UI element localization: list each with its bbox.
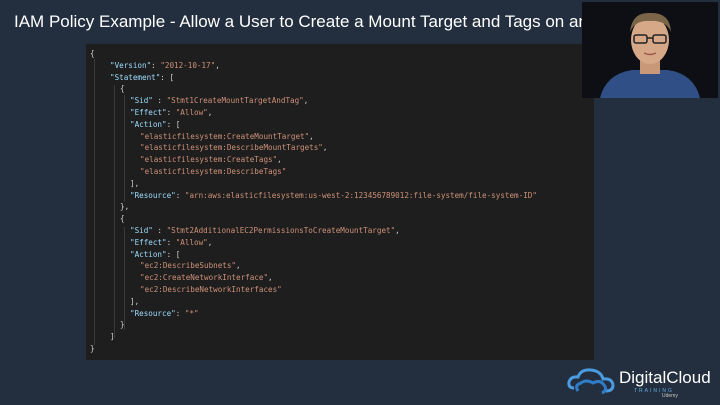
json-key: "Sid" (130, 226, 153, 235)
json-punctuation: , (395, 226, 400, 235)
code-line: "elasticfilesystem:DescribeTags" (140, 166, 286, 178)
indent-guide (124, 227, 125, 330)
code-line: "ec2:CreateNetworkInterface", (140, 272, 273, 284)
json-key: "Resource" (130, 308, 176, 318)
json-punctuation: , (322, 143, 328, 153)
indent-guide (94, 59, 95, 345)
presenter-webcam (582, 2, 718, 98)
code-line: "ec2:DescribeNetworkInterfaces" (140, 284, 282, 296)
udemy-label: Udemy (662, 393, 678, 399)
json-key: "Statement" (110, 72, 161, 82)
json-punctuation: : (175, 308, 185, 318)
json-punctuation: , (215, 60, 220, 70)
json-key: "Action" (130, 249, 167, 259)
json-punctuation: : [ (166, 249, 181, 259)
code-line: "ec2:DescribeSubnets", (140, 260, 241, 272)
json-punctuation: } (90, 344, 95, 353)
json-string: "ec2:DescribeNetworkInterfaces" (140, 285, 282, 294)
json-string: "Allow" (175, 237, 208, 247)
json-string: "ec2:CreateNetworkInterface" (140, 273, 269, 283)
code-line: { (90, 48, 95, 60)
json-string: "elasticfilesystem:DescribeTags" (140, 167, 287, 176)
json-punctuation: { (120, 84, 125, 94)
json-string: "Stmt2AdditionalEC2PermissionsToCreateMo… (166, 226, 396, 235)
json-string: "*" (184, 308, 199, 318)
json-string: "Stmt1CreateMountTargetAndTag" (166, 96, 304, 106)
json-string: "elasticfilesystem:CreateTags" (140, 155, 278, 165)
json-punctuation: : [ (166, 119, 181, 129)
code-line: } (90, 343, 95, 355)
json-punctuation: : (166, 237, 176, 247)
code-line: "Action": [ (130, 249, 180, 261)
json-key: "Sid" (130, 96, 153, 106)
json-string: "elasticfilesystem:DescribeMountTargets" (140, 143, 323, 153)
json-string: "2012-10-17" (160, 60, 216, 70)
digitalcloud-logo: DigitalCloud TRAINING Udemy (566, 364, 716, 402)
json-punctuation: ], (130, 178, 140, 188)
code-line: "Statement": [ (110, 72, 174, 84)
code-line: }, (120, 201, 129, 213)
json-string: "elasticfilesystem:CreateMountTarget" (140, 131, 310, 141)
presenter-image (582, 2, 718, 98)
code-line: ], (130, 178, 139, 190)
json-string: "arn:aws:elasticfilesystem:us-west-2:123… (184, 190, 537, 200)
json-punctuation: }, (120, 202, 130, 212)
json-punctuation: : (166, 108, 176, 117)
code-line: "Sid" : "Stmt1CreateMountTargetAndTag", (130, 95, 308, 107)
code-line: "elasticfilesystem:CreateMountTarget", (140, 131, 314, 143)
json-string: "Allow" (175, 108, 208, 117)
json-punctuation: ] (110, 332, 115, 342)
json-punctuation: ], (130, 296, 140, 306)
json-key: "Effect" (130, 237, 167, 247)
code-line: "Resource": "*" (130, 308, 199, 320)
json-punctuation: , (207, 108, 213, 117)
json-punctuation: } (120, 320, 125, 330)
code-line: { (120, 213, 125, 225)
code-line: "Version": "2012-10-17", (110, 60, 220, 72)
json-punctuation: , (236, 261, 241, 271)
code-line: "Resource": "arn:aws:elasticfilesystem:u… (130, 190, 537, 202)
json-punctuation: : (175, 190, 185, 200)
code-line: "elasticfilesystem:DescribeMountTargets"… (140, 142, 327, 154)
json-punctuation: : (152, 226, 167, 235)
cloud-logo-icon (567, 368, 615, 395)
json-key: "Resource" (130, 190, 176, 200)
json-code-panel: {"Version": "2012-10-17", "Statement": [{… (86, 44, 594, 360)
json-key: "Action" (130, 119, 167, 129)
json-key: "Version" (110, 60, 152, 70)
code-line: ] (110, 331, 115, 343)
json-punctuation: { (120, 214, 125, 224)
json-key: "Effect" (130, 108, 167, 117)
code-line: "Action": [ (130, 119, 180, 131)
json-string: "ec2:DescribeSubnets" (140, 261, 237, 271)
code-line: "Effect": "Allow", (130, 237, 212, 249)
code-line: "Effect": "Allow", (130, 107, 212, 119)
json-punctuation: , (277, 155, 282, 165)
json-punctuation: : [ (160, 72, 175, 82)
json-punctuation: , (268, 273, 273, 283)
code-line: ], (130, 296, 139, 308)
brand-name: DigitalCloud (619, 368, 711, 387)
indent-guide (114, 85, 115, 338)
indent-guide (124, 95, 125, 202)
json-punctuation: : (152, 96, 167, 106)
json-punctuation: , (207, 237, 213, 247)
slide-title: IAM Policy Example - Allow a User to Cre… (14, 12, 614, 31)
code-line: } (120, 319, 125, 331)
json-punctuation: : (151, 60, 161, 70)
code-line: { (120, 83, 125, 95)
code-line: "Sid" : "Stmt2AdditionalEC2PermissionsTo… (130, 225, 400, 237)
json-punctuation: , (303, 96, 309, 106)
json-punctuation: , (309, 131, 314, 141)
code-line: "elasticfilesystem:CreateTags", (140, 154, 282, 166)
json-punctuation: { (90, 49, 95, 58)
